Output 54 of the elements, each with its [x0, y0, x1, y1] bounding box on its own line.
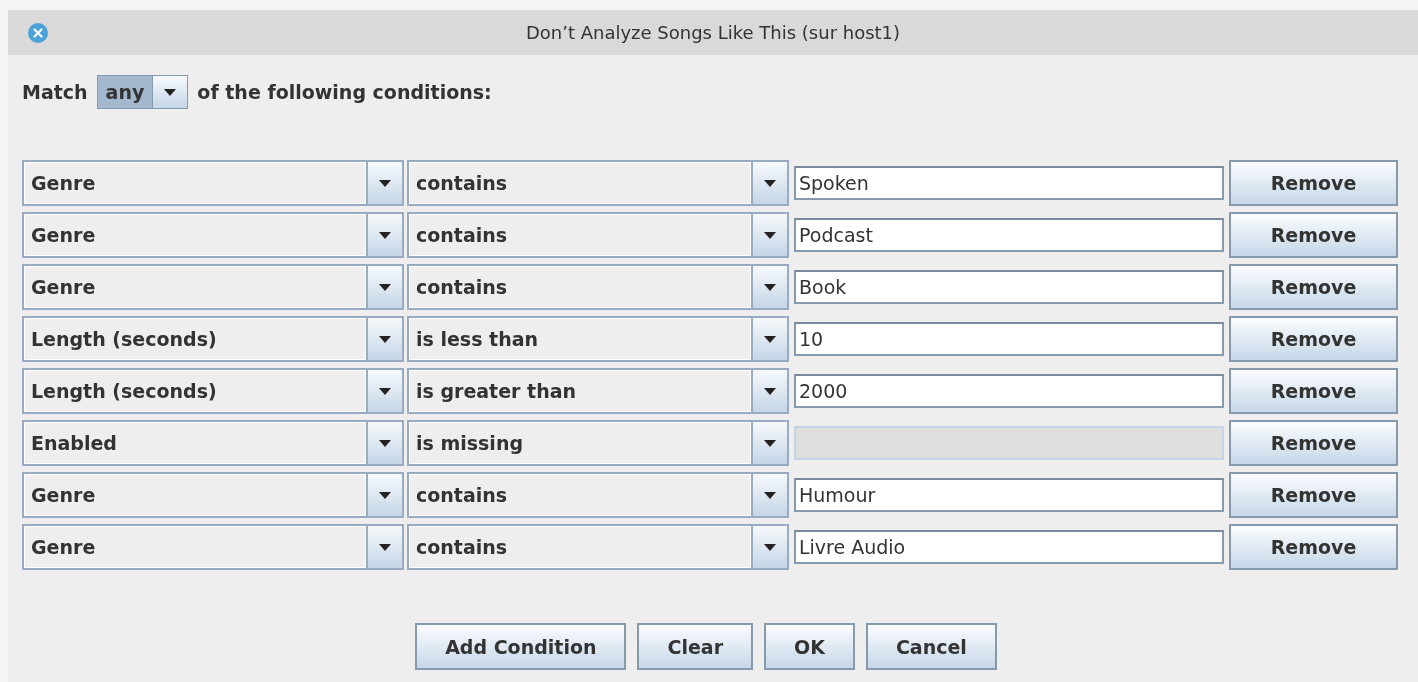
- remove-button[interactable]: Remove: [1229, 524, 1398, 570]
- field-dropdown[interactable]: Genre: [22, 264, 404, 310]
- match-label: of the following conditions:: [197, 81, 492, 103]
- caret-icon: [764, 491, 776, 499]
- remove-button[interactable]: Remove: [1229, 160, 1398, 206]
- operator-dropdown[interactable]: is greater than: [407, 368, 789, 414]
- caret-icon: [764, 387, 776, 395]
- caret-icon: [379, 179, 391, 187]
- value-field[interactable]: Humour: [794, 478, 1224, 512]
- match-label: Match: [22, 81, 88, 103]
- remove-button[interactable]: Remove: [1229, 472, 1398, 518]
- operator-dropdown[interactable]: contains: [407, 472, 789, 518]
- field-dropdown[interactable]: Length (seconds): [22, 368, 404, 414]
- field-dropdown[interactable]: Genre: [22, 212, 404, 258]
- caret-icon: [764, 439, 776, 447]
- operator-dropdown[interactable]: contains: [407, 212, 789, 258]
- remove-button[interactable]: Remove: [1229, 212, 1398, 258]
- caret-icon: [379, 283, 391, 291]
- value-field[interactable]: Book: [794, 270, 1224, 304]
- operator-dropdown[interactable]: contains: [407, 160, 789, 206]
- field-dropdown[interactable]: Genre: [22, 524, 404, 570]
- value-field[interactable]: Spoken: [794, 166, 1224, 200]
- remove-button[interactable]: Remove: [1229, 316, 1398, 362]
- operator-dropdown[interactable]: contains: [407, 264, 789, 310]
- caret-icon: [379, 543, 391, 551]
- close-icon[interactable]: [28, 22, 48, 43]
- value-field[interactable]: Podcast: [794, 218, 1224, 252]
- dialog-button[interactable]: Clear: [637, 623, 754, 670]
- caret-icon: [764, 283, 776, 291]
- remove-button[interactable]: Remove: [1229, 264, 1398, 310]
- field-dropdown[interactable]: Length (seconds): [22, 316, 404, 362]
- operator-dropdown[interactable]: is less than: [407, 316, 789, 362]
- caret-icon: [379, 335, 391, 343]
- field-dropdown[interactable]: Genre: [22, 472, 404, 518]
- match-dropdown[interactable]: any: [96, 75, 189, 109]
- dialog-button[interactable]: OK: [764, 623, 855, 670]
- value-field[interactable]: Livre Audio: [794, 530, 1224, 564]
- dialog-button[interactable]: Cancel: [865, 623, 997, 670]
- caret-icon: [764, 335, 776, 343]
- caret-icon: [379, 387, 391, 395]
- value-field[interactable]: 10: [794, 322, 1224, 356]
- caret-icon: [764, 179, 776, 187]
- caret-icon: [164, 88, 177, 96]
- window-title: Don’t Analyze Songs Like This (sur host1): [524, 22, 902, 43]
- dialog-button[interactable]: Add Condition: [415, 623, 627, 670]
- field-dropdown[interactable]: Genre: [22, 160, 404, 206]
- caret-icon: [764, 231, 776, 239]
- caret-icon: [764, 543, 776, 551]
- value-field[interactable]: 2000: [794, 374, 1224, 408]
- remove-button[interactable]: Remove: [1229, 368, 1398, 414]
- caret-icon: [379, 439, 391, 447]
- operator-dropdown[interactable]: contains: [407, 524, 789, 570]
- caret-icon: [379, 491, 391, 499]
- caret-icon: [379, 231, 391, 239]
